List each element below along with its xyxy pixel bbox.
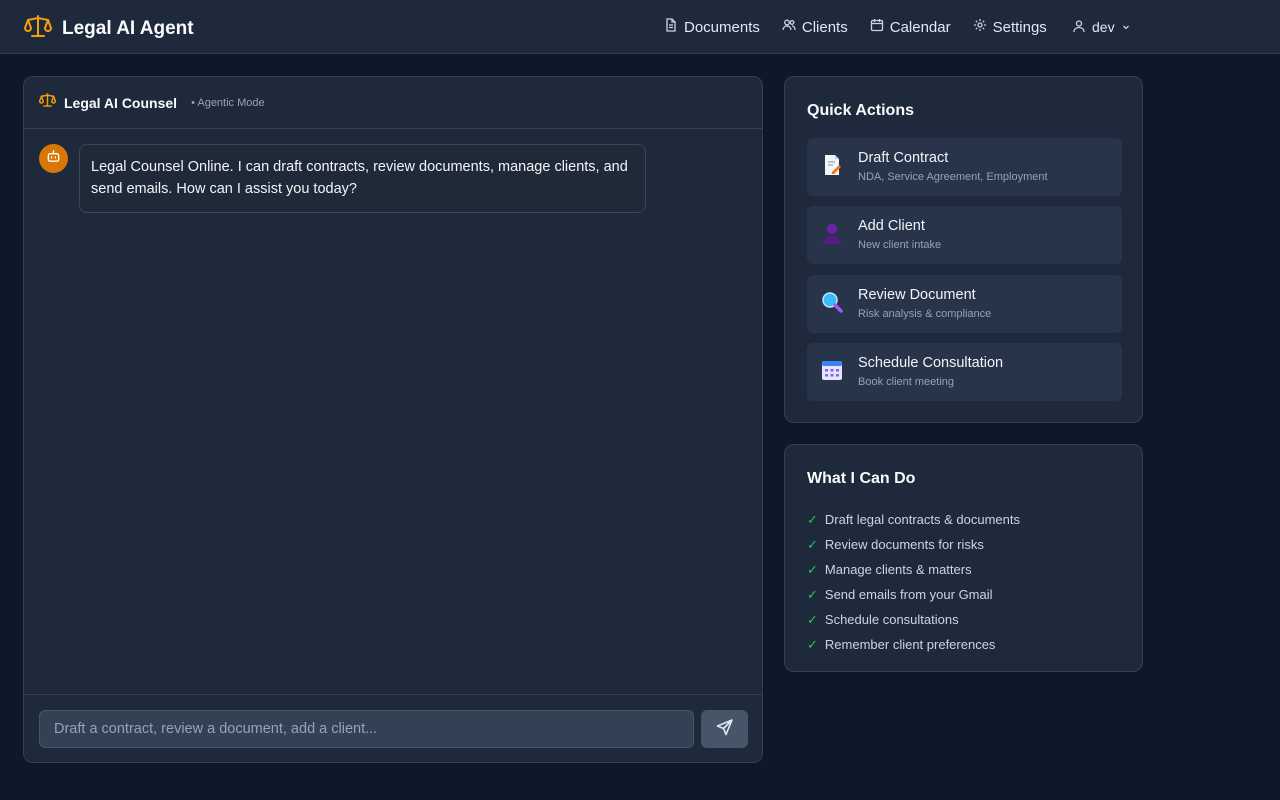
action-subtitle: Book client meeting (858, 376, 954, 388)
capability-text: Send emails from your Gmail (824, 587, 993, 602)
list-item: ✓ Review documents for risks (807, 532, 1020, 557)
gear-icon (973, 18, 987, 36)
chat-panel: Legal AI Counsel • Agentic Mode Legal Co… (23, 76, 763, 763)
action-label: Add Client (858, 218, 925, 234)
draft-contract-button[interactable]: Draft Contract NDA, Service Agreement, E… (807, 138, 1122, 196)
list-item: ✓ Manage clients & matters (807, 557, 1020, 582)
review-document-button[interactable]: Review Document Risk analysis & complian… (807, 275, 1122, 333)
action-subtitle: Risk analysis & compliance (858, 308, 992, 320)
quick-actions-card: Quick Actions Draft Contract NDA, Servic… (784, 76, 1143, 423)
nav-documents[interactable]: Documents (664, 18, 760, 36)
list-item: ✓ Schedule consultations (807, 607, 1020, 632)
check-icon: ✓ (807, 636, 818, 652)
chevron-down-icon (1121, 19, 1131, 35)
action-label: Schedule Consultation (858, 355, 1004, 371)
username: dev (1092, 19, 1115, 35)
scales-icon (24, 13, 52, 44)
app-title: Legal AI Agent (62, 17, 194, 39)
check-icon: ✓ (807, 511, 818, 527)
document-icon (664, 18, 678, 36)
message-input[interactable] (39, 710, 694, 748)
action-subtitle: NDA, Service Agreement, Employment (858, 171, 1048, 183)
send-icon (716, 718, 734, 741)
brand[interactable]: Legal AI Agent (24, 13, 194, 44)
add-client-button[interactable]: Add Client New client intake (807, 206, 1122, 264)
capability-text: Schedule consultations (824, 612, 959, 627)
action-subtitle: New client intake (858, 239, 942, 251)
check-icon: ✓ (807, 561, 818, 577)
calendar-icon (870, 18, 884, 36)
capability-text: Remember client preferences (824, 637, 996, 652)
nav-documents-label: Documents (684, 18, 760, 36)
check-icon: ✓ (807, 611, 818, 627)
nav-settings[interactable]: Settings (973, 18, 1047, 36)
capability-text: Draft legal contracts & documents (824, 512, 1020, 527)
nav-calendar[interactable]: Calendar (870, 18, 951, 36)
robot-icon (46, 149, 61, 169)
nav-settings-label: Settings (992, 18, 1047, 36)
check-icon: ✓ (807, 536, 818, 552)
avatar (39, 144, 68, 173)
composer (24, 694, 762, 762)
action-label: Draft Contract (858, 150, 949, 166)
list-item: ✓ Draft legal contracts & documents (807, 507, 1020, 532)
list-item: ✓ Send emails from your Gmail (807, 582, 1020, 607)
capabilities-card: What I Can Do ✓ Draft legal contracts & d… (784, 444, 1143, 672)
scales-icon (38, 92, 57, 113)
users-icon (782, 18, 796, 36)
mode-badge: • Agentic Mode (191, 96, 265, 109)
capabilities-title: What I Can Do (807, 470, 916, 487)
quick-actions-title: Quick Actions (807, 102, 914, 119)
user-icon (1072, 19, 1086, 36)
chat-title: Legal AI Counsel (64, 94, 178, 111)
capabilities-list: ✓ Draft legal contracts & documents ✓ Revi… (807, 507, 1020, 657)
schedule-consultation-button[interactable]: Schedule Consultation Book client meetin… (807, 343, 1122, 401)
memo-icon (820, 153, 844, 177)
nav-clients[interactable]: Clients (782, 18, 848, 36)
capability-text: Review documents for risks (824, 537, 984, 552)
top-bar: Legal AI Agent Documents Clients Calenda… (0, 0, 1280, 54)
list-item: ✓ Remember client preferences (807, 632, 1020, 657)
nav-clients-label: Clients (801, 18, 848, 36)
calendar-icon (820, 358, 844, 382)
action-label: Review Document (858, 287, 976, 303)
main-nav: Documents Clients Calendar Settings (664, 0, 1069, 54)
check-icon: ✓ (807, 586, 818, 602)
magnifier-icon (820, 290, 844, 314)
capability-text: Manage clients & matters (824, 562, 972, 577)
user-menu[interactable]: dev (1072, 0, 1131, 54)
send-button[interactable] (701, 710, 748, 748)
nav-calendar-label: Calendar (889, 18, 951, 36)
message: Legal Counsel Online. I can draft contra… (39, 144, 646, 213)
message-bubble: Legal Counsel Online. I can draft contra… (79, 144, 646, 213)
person-icon (820, 221, 844, 245)
chat-header: Legal AI Counsel • Agentic Mode (24, 77, 762, 129)
